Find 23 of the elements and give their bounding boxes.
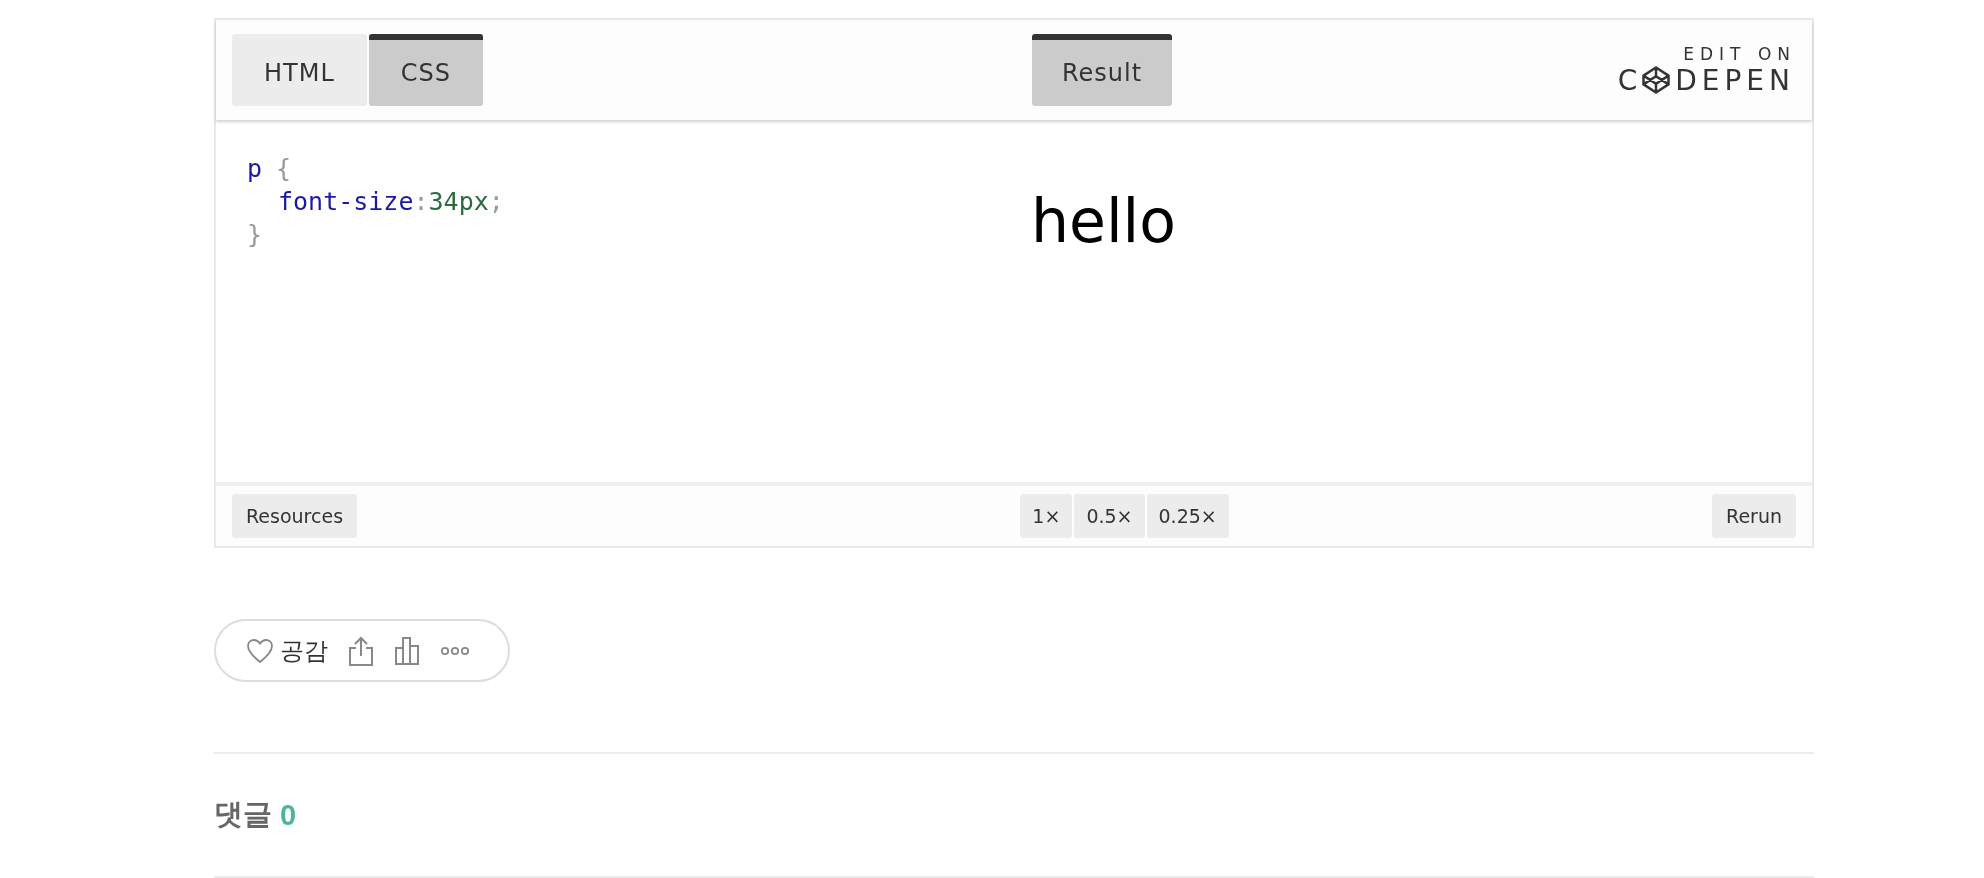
bar-chart-icon[interactable] [394,635,420,666]
heart-icon [246,637,274,664]
share-icon[interactable] [348,635,374,666]
resources-button[interactable]: Resources [232,494,358,538]
more-icon[interactable] [440,644,470,657]
cube-icon[interactable] [1641,65,1672,95]
logo-letter[interactable]: C [1617,63,1643,97]
comment-count: 0 [280,798,297,832]
logo-word[interactable]: DEPEN [1675,63,1795,97]
result-text: hello [1031,185,1177,258]
zoom-button[interactable]: 1× [1020,494,1073,538]
code-line: p { [247,153,293,185]
like-button[interactable]: 공감 [246,634,328,667]
code-line: } [247,219,264,251]
editor-tab[interactable]: CSS [368,34,484,106]
editor-tab[interactable]: HTML [232,34,367,106]
result-tab[interactable]: Result [1032,34,1173,106]
zoom-button[interactable]: 0.25× [1146,494,1229,538]
comments-heading: 댓글 [214,797,272,832]
edit-on-caption[interactable]: EDIT ON [1683,43,1796,64]
rerun-button[interactable]: Rerun [1712,494,1796,538]
code-line: font-size:34px; [277,186,505,218]
zoom-button[interactable]: 0.5× [1074,494,1145,538]
